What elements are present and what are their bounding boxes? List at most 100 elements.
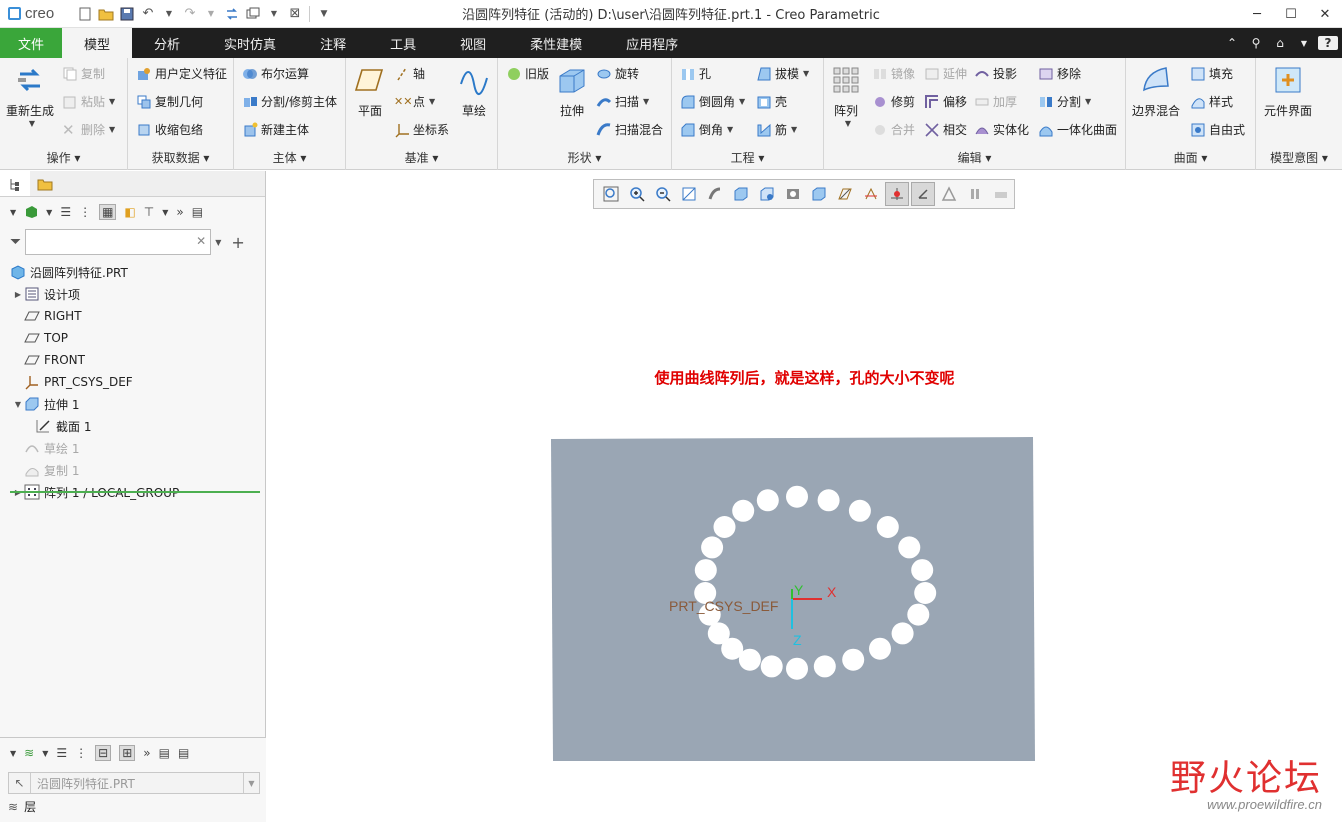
new-file-icon[interactable] bbox=[76, 5, 94, 23]
pattern-hole[interactable] bbox=[786, 485, 808, 508]
remove-button[interactable]: 移除 bbox=[1038, 65, 1081, 82]
group-label-editing[interactable]: 编辑 ▾ bbox=[824, 149, 1125, 166]
regenerate-icon[interactable] bbox=[223, 5, 241, 23]
boundary-blend-button[interactable]: 边界混合 bbox=[1132, 64, 1180, 119]
extrude-button[interactable]: 拉伸 bbox=[556, 64, 588, 119]
pattern-hole[interactable] bbox=[876, 516, 899, 538]
datum-plane-button[interactable]: 平面 bbox=[354, 64, 386, 119]
group-label-shapes[interactable]: 形状 ▾ bbox=[498, 149, 671, 166]
filter-icon[interactable]: ⏷ bbox=[10, 234, 21, 250]
tree-settings-icon[interactable]: ⊤ bbox=[144, 205, 154, 219]
appearance-icon[interactable] bbox=[937, 182, 961, 206]
datum-axis-button[interactable]: 轴 bbox=[394, 65, 425, 82]
redo-icon[interactable]: ↷ bbox=[181, 5, 199, 23]
tree-item-design-items[interactable]: ▶ 设计项 bbox=[0, 283, 266, 305]
layer-list-icon[interactable]: ⋮ bbox=[75, 746, 87, 760]
maximize-icon[interactable]: ☐ bbox=[1274, 0, 1308, 28]
folder-browser-tab-icon[interactable] bbox=[30, 171, 60, 196]
search-icon[interactable]: ⚲ bbox=[1246, 36, 1266, 50]
collapse-ribbon-icon[interactable]: ⌃ bbox=[1222, 36, 1242, 50]
pattern-hole[interactable] bbox=[914, 582, 937, 604]
zoom-in-icon[interactable] bbox=[625, 182, 649, 206]
copy-button[interactable]: 复制 bbox=[62, 65, 105, 82]
pattern-hole[interactable] bbox=[842, 648, 865, 671]
component-interface-button[interactable]: 元件界面 bbox=[1264, 64, 1312, 119]
display-style-icon[interactable] bbox=[703, 182, 727, 206]
customize-toolbar-icon[interactable]: ▼ bbox=[315, 5, 333, 23]
extend-button[interactable]: 延伸 bbox=[924, 65, 967, 82]
graphics-window[interactable]: 使用曲线阵列后，就是这样，孔的大小不变呢 X Y Z PRT_CSYS_DEF … bbox=[267, 171, 1342, 822]
shell-button[interactable]: 壳 bbox=[756, 93, 787, 110]
split-button[interactable]: 分割 ▼ bbox=[1038, 93, 1091, 110]
layer-collapse-icon[interactable]: ▼ bbox=[10, 749, 16, 758]
repaint-icon[interactable] bbox=[677, 182, 701, 206]
layer-root[interactable]: ≋ 层 bbox=[8, 798, 36, 815]
tree-item-copy[interactable]: 复制 1 bbox=[0, 459, 266, 481]
split-trim-body-button[interactable]: 分割/修剪主体 bbox=[242, 93, 337, 110]
refit-icon[interactable] bbox=[599, 182, 623, 206]
tree-tag-icon[interactable]: ◧ bbox=[124, 205, 135, 219]
tree-root[interactable]: 沿圆阵列特征.PRT bbox=[0, 261, 266, 283]
tree-list-icon[interactable]: ⋮ bbox=[79, 205, 91, 219]
expand-caret-icon[interactable]: ▶ bbox=[12, 290, 24, 299]
pause-icon[interactable] bbox=[963, 182, 987, 206]
layer-model-select[interactable]: ↖ 沿圆阵列特征.PRT ▼ bbox=[8, 772, 260, 794]
save-icon[interactable] bbox=[118, 5, 136, 23]
tab-tools[interactable]: 工具 bbox=[368, 28, 438, 58]
tree-item-front[interactable]: FRONT bbox=[0, 349, 266, 371]
pattern-hole[interactable] bbox=[694, 559, 717, 582]
pattern-hole[interactable] bbox=[911, 559, 934, 582]
tree-item-csys[interactable]: PRT_CSYS_DEF bbox=[0, 371, 266, 393]
group-label-datum[interactable]: 基准 ▾ bbox=[346, 149, 497, 166]
learning-hat-icon[interactable]: ⌂ bbox=[1270, 36, 1290, 50]
model-select-dropdown-icon[interactable]: ▼ bbox=[243, 773, 259, 793]
mirror-button[interactable]: 镜像 bbox=[872, 65, 915, 82]
project-button[interactable]: 投影 bbox=[974, 65, 1017, 82]
pattern-hole[interactable] bbox=[817, 489, 840, 512]
group-label-surfaces[interactable]: 曲面 ▾ bbox=[1126, 149, 1255, 166]
chamfer-button[interactable]: 倒角 ▼ bbox=[680, 121, 733, 138]
pattern-hole[interactable] bbox=[701, 536, 724, 559]
model-cube-icon[interactable] bbox=[24, 204, 38, 221]
layer-expand-icon[interactable]: ☰ bbox=[56, 746, 67, 760]
freestyle-button[interactable]: 自由式 bbox=[1190, 121, 1245, 138]
layer-dropdown-icon[interactable]: ▼ bbox=[42, 749, 48, 758]
pattern-hole[interactable] bbox=[732, 499, 755, 522]
round-button[interactable]: 倒圆角 ▼ bbox=[680, 93, 745, 110]
layers-icon[interactable]: ≋ bbox=[24, 746, 34, 760]
pattern-hole[interactable] bbox=[786, 657, 808, 680]
datum-csys-button[interactable]: 坐标系 bbox=[394, 121, 449, 138]
datum-display-icon[interactable] bbox=[833, 182, 857, 206]
swept-blend-button[interactable]: 扫描混合 bbox=[596, 121, 663, 138]
intersect-button[interactable]: 相交 bbox=[924, 121, 967, 138]
layer-show-icon[interactable]: ⊟ bbox=[95, 745, 112, 761]
fill-button[interactable]: 填充 bbox=[1190, 65, 1233, 82]
insert-here-marker[interactable] bbox=[10, 491, 260, 493]
model-tree-tab-icon[interactable] bbox=[0, 171, 30, 196]
tree-item-right[interactable]: RIGHT bbox=[0, 305, 266, 327]
help-icon[interactable]: ? bbox=[1318, 36, 1338, 50]
pattern-hole[interactable] bbox=[898, 536, 921, 559]
filter-dropdown-icon[interactable]: ▼ bbox=[215, 238, 221, 247]
windows-dropdown-icon[interactable]: ▼ bbox=[265, 5, 283, 23]
udf-button[interactable]: 用户定义特征 bbox=[136, 65, 227, 82]
pattern-hole[interactable] bbox=[713, 516, 736, 538]
more-tools-icon[interactable]: » bbox=[176, 205, 183, 219]
group-label-get-data[interactable]: 获取数据 ▾ bbox=[128, 149, 233, 166]
tree-collapse-icon[interactable]: ▼ bbox=[10, 208, 16, 217]
pattern-dropdown-icon[interactable]: ▼ bbox=[845, 119, 851, 128]
more-layer-tools-icon[interactable]: » bbox=[143, 746, 150, 760]
select-pointer-icon[interactable]: ↖ bbox=[9, 773, 31, 793]
delete-button[interactable]: ✕ 删除 ▼ bbox=[62, 121, 115, 138]
pattern-hole[interactable] bbox=[848, 499, 871, 522]
tab-analysis[interactable]: 分析 bbox=[132, 28, 202, 58]
sweep-button[interactable]: 扫描 ▼ bbox=[596, 93, 649, 110]
tab-applications[interactable]: 应用程序 bbox=[604, 28, 700, 58]
tree-report-icon[interactable]: ▤ bbox=[192, 205, 203, 219]
tree-filter-input[interactable] bbox=[25, 229, 212, 255]
paste-button[interactable]: 粘贴 ▼ bbox=[62, 93, 115, 110]
minimize-icon[interactable]: ─ bbox=[1240, 0, 1274, 28]
tree-dropdown-icon[interactable]: ▼ bbox=[46, 208, 52, 217]
tab-annotate[interactable]: 注释 bbox=[298, 28, 368, 58]
offset-button[interactable]: 偏移 bbox=[924, 93, 967, 110]
